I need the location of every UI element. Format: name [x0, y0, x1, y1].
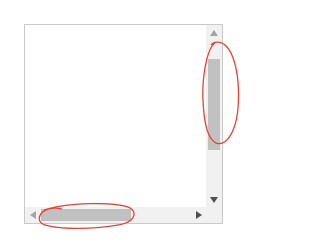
scroll-content-area[interactable]	[25, 25, 207, 208]
vertical-scroll-thumb[interactable]	[208, 59, 220, 150]
triangle-up-icon	[210, 30, 218, 36]
scroll-pane[interactable]	[24, 24, 223, 224]
scroll-down-button[interactable]	[206, 192, 222, 208]
triangle-left-icon	[30, 211, 36, 219]
vertical-scrollbar[interactable]	[206, 25, 222, 208]
scroll-up-button[interactable]	[206, 25, 222, 41]
horizontal-scrollbar[interactable]	[25, 207, 207, 223]
scroll-left-button[interactable]	[25, 207, 41, 223]
scroll-right-button[interactable]	[191, 207, 207, 223]
horizontal-scroll-thumb[interactable]	[41, 209, 131, 221]
triangle-right-icon	[196, 211, 202, 219]
scrollbar-corner	[206, 207, 222, 223]
triangle-down-icon	[210, 197, 218, 203]
